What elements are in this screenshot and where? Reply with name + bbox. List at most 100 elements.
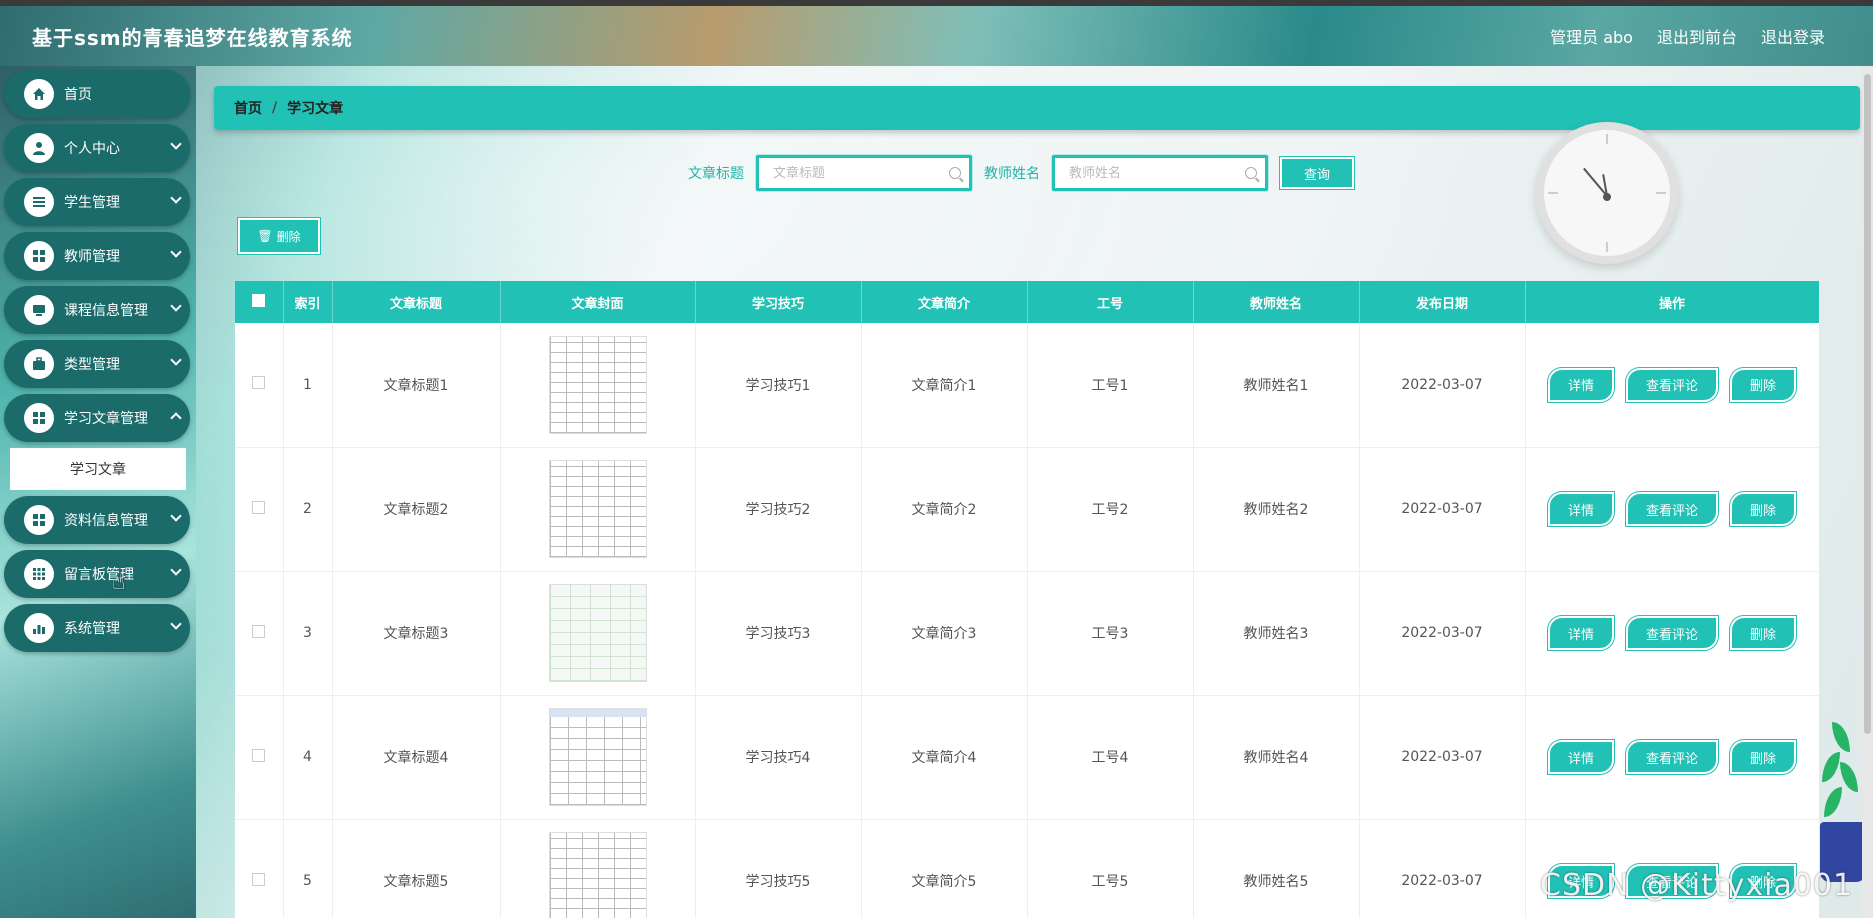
sidebar-item-messages[interactable]: 留言板管理 xyxy=(4,550,190,598)
sidebar-item-courses[interactable]: 课程信息管理 xyxy=(4,286,190,334)
detail-button[interactable]: 详情 xyxy=(1547,367,1614,402)
chevron-down-icon xyxy=(170,192,182,204)
chevron-down-icon xyxy=(170,300,182,312)
table-row: 3 文章标题3 学习技巧3 文章简介3 工号3 教师姓名3 2022-03-07… xyxy=(235,571,1819,696)
row-job-number: 工号5 xyxy=(1027,819,1194,918)
view-comments-button[interactable]: 查看评论 xyxy=(1625,367,1718,402)
row-teacher: 教师姓名2 xyxy=(1193,447,1360,572)
column-header: 文章标题 xyxy=(332,281,501,323)
row-teacher: 教师姓名1 xyxy=(1193,323,1360,448)
row-checkbox[interactable] xyxy=(252,624,266,638)
app-title: 基于ssm的青春追梦在线教育系统 xyxy=(32,25,353,50)
sidebar-item-system[interactable]: 系统管理 xyxy=(4,604,190,652)
search-icon xyxy=(1245,167,1257,179)
select-all-cell xyxy=(235,281,284,323)
row-tip: 学习技巧1 xyxy=(695,323,862,448)
row-checkbox[interactable] xyxy=(252,748,266,762)
row-title: 文章标题1 xyxy=(332,323,501,448)
sidebar-subitem-articles[interactable]: 学习文章 xyxy=(10,448,186,490)
row-title: 文章标题3 xyxy=(332,571,501,696)
list-icon xyxy=(24,187,54,217)
sidebar-item-teachers[interactable]: 教师管理 xyxy=(4,232,190,280)
chevron-up-icon xyxy=(170,412,182,424)
row-intro: 文章简介5 xyxy=(861,819,1028,918)
view-comments-button[interactable]: 查看评论 xyxy=(1625,616,1718,650)
row-job-number: 工号2 xyxy=(1027,447,1194,572)
row-tip: 学习技巧4 xyxy=(695,695,862,820)
view-comments-button[interactable]: 查看评论 xyxy=(1625,740,1718,774)
bulk-delete-button[interactable]: 🗑 删除 xyxy=(238,218,320,254)
row-date: 2022-03-07 xyxy=(1359,447,1526,572)
sidebar-item-label: 首页 xyxy=(64,87,92,103)
row-checkbox[interactable] xyxy=(252,872,266,886)
vertical-scrollbar[interactable] xyxy=(1862,66,1873,918)
view-comments-button[interactable]: 查看评论 xyxy=(1625,492,1718,526)
title-search-input[interactable] xyxy=(773,165,933,181)
sidebar-item-label: 资料信息管理 xyxy=(64,513,148,529)
row-delete-button[interactable]: 删除 xyxy=(1730,616,1797,650)
exit-to-front-link[interactable]: 退出到前台 xyxy=(1657,24,1737,48)
row-checkbox[interactable] xyxy=(252,376,266,390)
row-intro: 文章简介2 xyxy=(861,447,1028,572)
chevron-down-icon xyxy=(170,564,182,576)
chevron-down-icon xyxy=(170,510,182,522)
teacher-search-input[interactable] xyxy=(1069,165,1229,181)
row-tip: 学习技巧5 xyxy=(695,819,862,918)
sidebar-item-materials[interactable]: 资料信息管理 xyxy=(4,496,190,544)
row-title: 文章标题4 xyxy=(332,695,501,820)
detail-button[interactable]: 详情 xyxy=(1547,616,1614,650)
row-intro: 文章简介1 xyxy=(861,323,1028,448)
row-intro: 文章简介3 xyxy=(861,571,1028,696)
home-icon xyxy=(24,79,54,109)
title-search-field xyxy=(756,155,972,191)
title-search-label: 文章标题 xyxy=(688,166,744,182)
select-all-checkbox[interactable] xyxy=(252,293,266,307)
column-header: 工号 xyxy=(1027,281,1194,323)
sidebar-item-personal-center[interactable]: 个人中心 xyxy=(4,124,190,172)
row-date: 2022-03-07 xyxy=(1359,571,1526,696)
column-header: 操作 xyxy=(1525,281,1819,323)
detail-button[interactable]: 详情 xyxy=(1547,740,1614,774)
article-cover-image xyxy=(548,832,647,918)
query-button[interactable]: 查询 xyxy=(1280,157,1355,189)
chevron-down-icon xyxy=(170,246,182,258)
article-cover-image xyxy=(548,460,647,558)
chart-icon xyxy=(24,613,54,643)
article-cover-image xyxy=(548,584,647,682)
sidebar-item-home[interactable]: 首页 xyxy=(4,70,190,118)
row-teacher: 教师姓名4 xyxy=(1193,695,1360,820)
watermark-text: CSDN @Kittyxia001 xyxy=(1540,868,1854,903)
sidebar-item-articles[interactable]: 学习文章管理 xyxy=(4,394,190,442)
search-icon xyxy=(949,167,961,179)
user-icon xyxy=(24,133,54,163)
row-index: 3 xyxy=(283,571,333,696)
breadcrumb-current: 学习文章 xyxy=(287,101,344,117)
chevron-down-icon xyxy=(170,354,182,366)
row-delete-button[interactable]: 删除 xyxy=(1730,740,1797,774)
clock-decoration xyxy=(1536,122,1678,264)
search-bar: 文章标题 教师姓名 查询 xyxy=(688,155,1355,191)
row-date: 2022-03-07 xyxy=(1359,695,1526,820)
article-cover-image xyxy=(548,708,647,806)
breadcrumb-home[interactable]: 首页 xyxy=(234,98,262,118)
row-tip: 学习技巧2 xyxy=(695,447,862,572)
table-header-row: 索引 文章标题 文章封面 学习技巧 文章简介 工号 教师姓名 发布日期 操作 xyxy=(235,281,1819,323)
detail-button[interactable]: 详情 xyxy=(1547,492,1614,526)
table-row: 4 文章标题4 学习技巧4 文章简介4 工号4 教师姓名4 2022-03-07… xyxy=(235,695,1819,820)
column-header: 学习技巧 xyxy=(695,281,862,323)
row-checkbox[interactable] xyxy=(252,500,266,514)
sidebar-item-students[interactable]: 学生管理 xyxy=(4,178,190,226)
plant-decoration xyxy=(1818,712,1866,882)
row-delete-button[interactable]: 删除 xyxy=(1730,367,1797,402)
row-delete-button[interactable]: 删除 xyxy=(1730,492,1797,526)
grid-icon xyxy=(24,241,54,271)
sidebar-item-label: 系统管理 xyxy=(64,621,120,637)
logout-link[interactable]: 退出登录 xyxy=(1761,24,1825,48)
sidebar-item-label: 学生管理 xyxy=(64,195,120,211)
row-job-number: 工号1 xyxy=(1027,323,1194,448)
briefcase-icon xyxy=(24,349,54,379)
column-header: 教师姓名 xyxy=(1193,281,1360,323)
header-actions: 管理员 abo 退出到前台 退出登录 xyxy=(1550,24,1825,48)
grid-icon xyxy=(24,403,54,433)
sidebar-item-types[interactable]: 类型管理 xyxy=(4,340,190,388)
